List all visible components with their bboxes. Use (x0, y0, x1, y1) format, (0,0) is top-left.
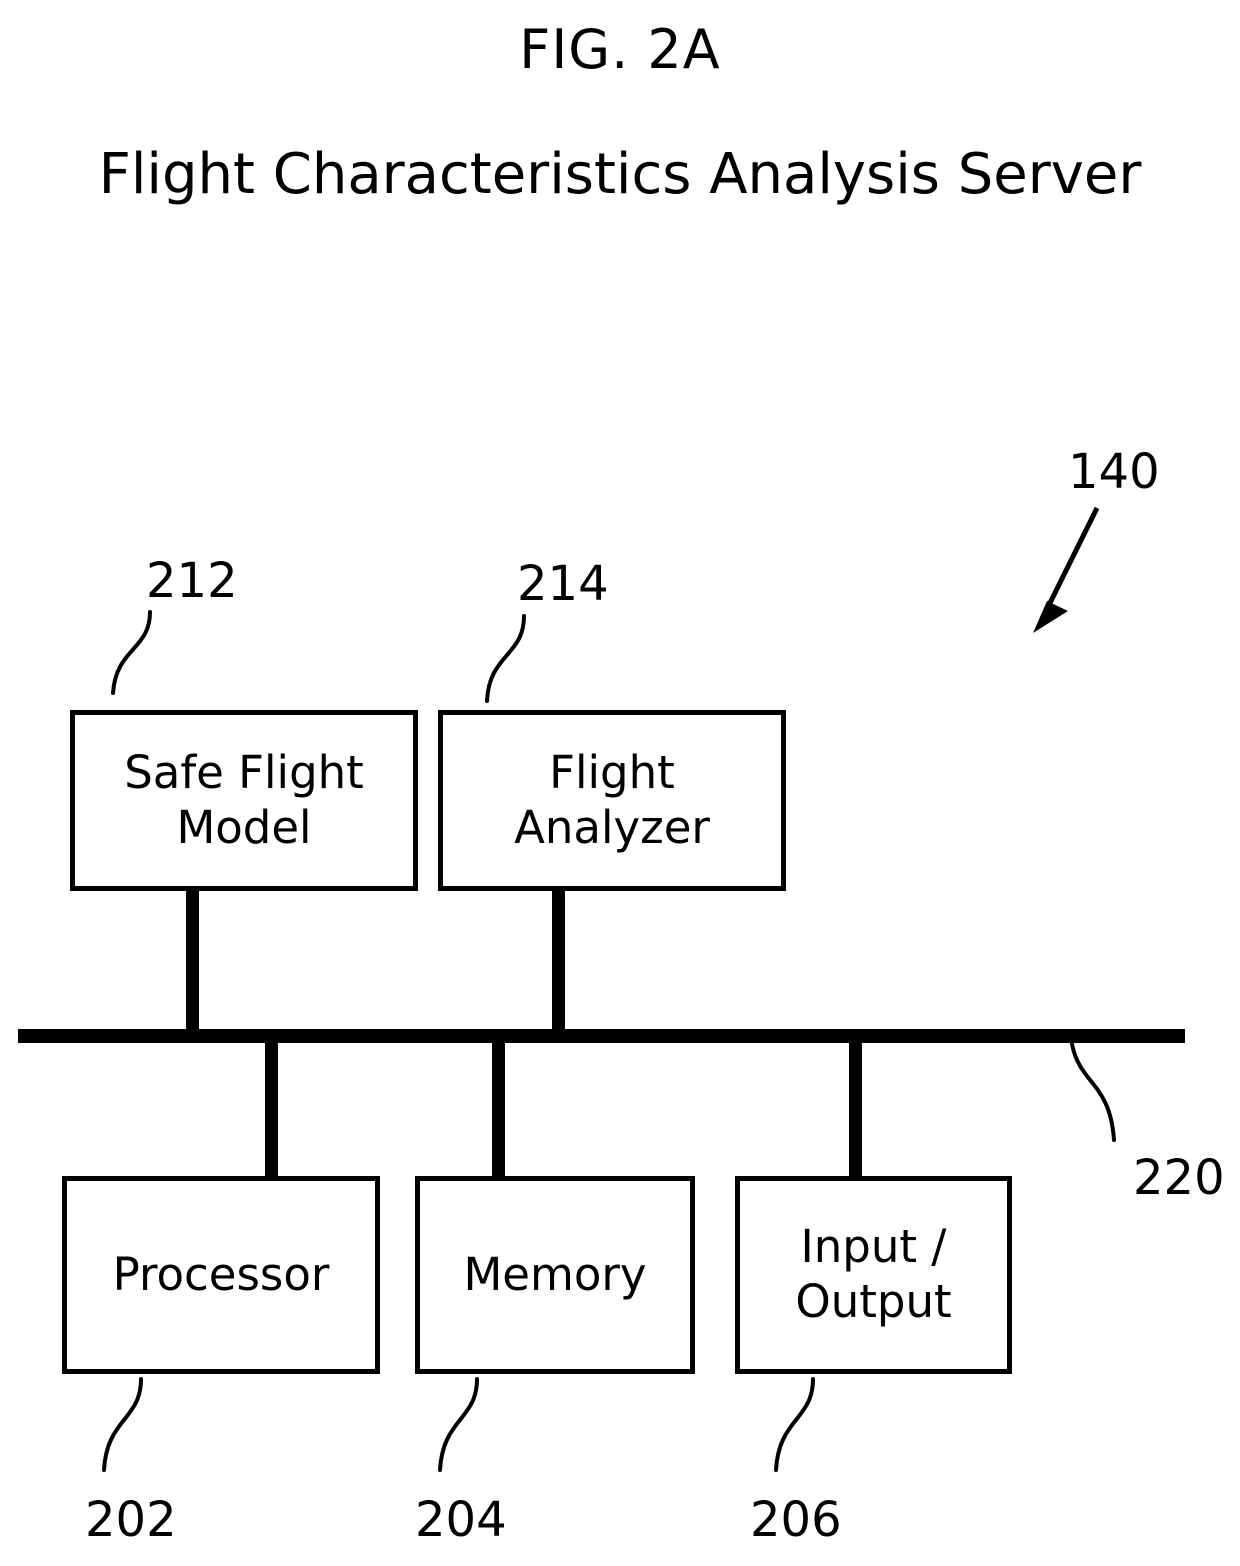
leader-line-202 (102, 1377, 143, 1472)
module-label-input-output: Input / Output (795, 1220, 952, 1328)
leader-line-204 (438, 1377, 479, 1472)
connector-bus-to-processor (265, 1042, 278, 1178)
leader-line-212 (111, 610, 152, 695)
leader-line-206 (774, 1377, 815, 1472)
module-box-memory[interactable]: Memory (415, 1176, 695, 1374)
connector-bus-to-input-output (849, 1042, 862, 1178)
figure-number-title: FIG. 2A (519, 18, 721, 81)
leader-line-220 (1070, 1042, 1116, 1142)
connector-bus-to-memory (492, 1042, 505, 1178)
connector-safe-flight-model-to-bus (186, 891, 199, 1031)
reference-numeral-204: 204 (415, 1492, 507, 1548)
reference-numeral-206: 206 (750, 1492, 842, 1548)
reference-numeral-202: 202 (85, 1492, 177, 1548)
reference-numeral-220: 220 (1133, 1150, 1225, 1206)
connector-flight-analyzer-to-bus (552, 891, 565, 1031)
leader-line-214 (485, 614, 526, 703)
reference-numeral-140: 140 (1068, 444, 1160, 500)
module-box-safe-flight-model[interactable]: Safe Flight Model (70, 710, 418, 891)
module-label-processor: Processor (112, 1247, 330, 1301)
module-label-memory: Memory (463, 1247, 647, 1301)
pointer-arrow-140 (1033, 506, 1100, 633)
module-box-processor[interactable]: Processor (62, 1176, 380, 1374)
reference-numeral-212: 212 (146, 553, 238, 609)
module-box-flight-analyzer[interactable]: Flight Analyzer (438, 710, 786, 891)
module-label-flight-analyzer: Flight Analyzer (514, 745, 710, 854)
patent-figure-2a: FIG. 2A Flight Characteristics Analysis … (0, 0, 1240, 1566)
module-box-input-output[interactable]: Input / Output (735, 1176, 1012, 1374)
module-label-safe-flight-model: Safe Flight Model (124, 745, 364, 854)
system-bus-line (18, 1029, 1185, 1043)
reference-numeral-214: 214 (517, 556, 609, 612)
figure-caption-title: Flight Characteristics Analysis Server (98, 142, 1142, 207)
